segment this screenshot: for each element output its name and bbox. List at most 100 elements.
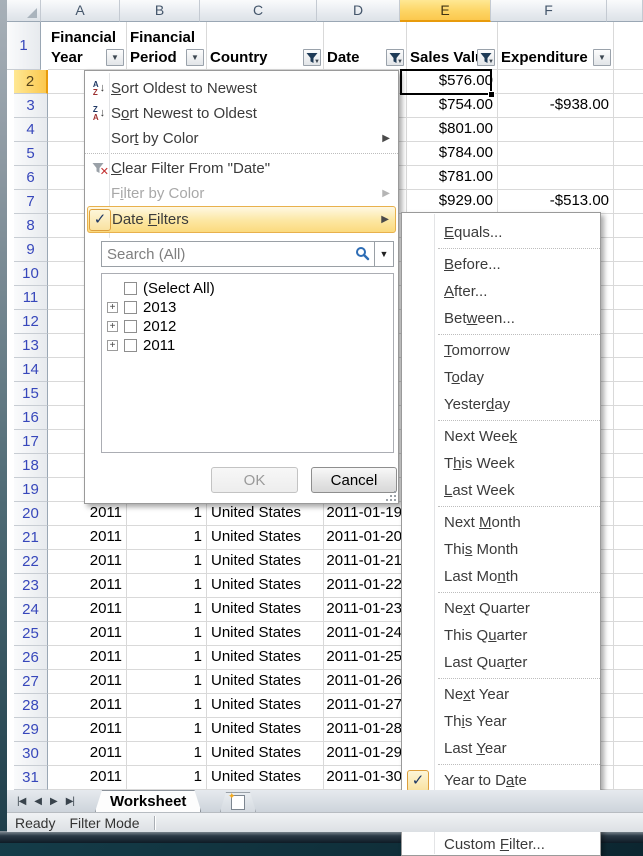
cell-D25[interactable]: 2011-01-24 <box>324 622 407 646</box>
menu-item-between[interactable]: Between... <box>402 305 600 332</box>
row-header-30[interactable]: 30 <box>14 742 48 766</box>
cell-B22[interactable]: 1 <box>127 550 207 574</box>
row-header-1[interactable]: 1 <box>7 22 41 70</box>
cell-D23[interactable]: 2011-01-22 <box>324 574 407 598</box>
cell-G4[interactable] <box>614 118 643 142</box>
cell-F5[interactable] <box>498 142 614 166</box>
header-cell-G[interactable] <box>614 22 643 70</box>
cell-G28[interactable] <box>614 694 643 718</box>
cell-C23[interactable]: United States <box>207 574 324 598</box>
cell-G30[interactable] <box>614 742 643 766</box>
header-cell-A[interactable]: Financial Year▼ <box>48 22 127 70</box>
cell-B20[interactable]: 1 <box>127 502 207 526</box>
menu-item-next-year[interactable]: Next Year <box>402 681 600 708</box>
row-header-23[interactable]: 23 <box>14 574 48 598</box>
cell-A29[interactable]: 2011 <box>48 718 127 742</box>
row-header-26[interactable]: 26 <box>14 646 48 670</box>
cell-D22[interactable]: 2011-01-21 <box>324 550 407 574</box>
tree-item-2013[interactable]: +2013 <box>102 298 393 317</box>
cell-C30[interactable]: United States <box>207 742 324 766</box>
cell-D21[interactable]: 2011-01-20 <box>324 526 407 550</box>
cell-C24[interactable]: United States <box>207 598 324 622</box>
menu-item-before[interactable]: Before... <box>402 251 600 278</box>
cell-B23[interactable]: 1 <box>127 574 207 598</box>
column-header-D[interactable]: D <box>317 0 400 22</box>
menu-item-last-month[interactable]: Last Month <box>402 563 600 590</box>
menu-item-last-quarter[interactable]: Last Quarter <box>402 649 600 676</box>
header-cell-B[interactable]: Financial Period▼ <box>127 22 207 70</box>
menu-item-this-year[interactable]: This Year <box>402 708 600 735</box>
cell-D24[interactable]: 2011-01-23 <box>324 598 407 622</box>
cell-G14[interactable] <box>614 358 643 382</box>
row-header-29[interactable]: 29 <box>14 718 48 742</box>
header-cell-E[interactable]: Sales Value▼ <box>407 22 498 70</box>
row-header-8[interactable]: 8 <box>14 214 48 238</box>
search-dropdown-button[interactable]: ▼ <box>374 241 394 267</box>
cell-A26[interactable]: 2011 <box>48 646 127 670</box>
row-header-3[interactable]: 3 <box>14 94 48 118</box>
cell-G26[interactable] <box>614 646 643 670</box>
menu-item-today[interactable]: Today <box>402 364 600 391</box>
cell-G31[interactable] <box>614 766 643 790</box>
cell-G2[interactable] <box>614 70 643 94</box>
cell-G25[interactable] <box>614 622 643 646</box>
row-header-17[interactable]: 17 <box>14 430 48 454</box>
cell-A20[interactable]: 2011 <box>48 502 127 526</box>
row-header-9[interactable]: 9 <box>14 238 48 262</box>
header-cell-F[interactable]: Expenditure▼ <box>498 22 614 70</box>
column-header-A[interactable]: A <box>41 0 120 22</box>
insert-worksheet-tab[interactable]: ✦ <box>220 792 256 812</box>
row-header-12[interactable]: 12 <box>14 310 48 334</box>
expand-plus-icon[interactable]: + <box>107 340 118 351</box>
header-cell-C[interactable]: Country▼ <box>207 22 324 70</box>
row-header-7[interactable]: 7 <box>14 190 48 214</box>
row-header-22[interactable]: 22 <box>14 550 48 574</box>
expand-plus-icon[interactable]: + <box>107 321 118 332</box>
menu-item-equals[interactable]: Equals... <box>402 219 600 246</box>
cell-B24[interactable]: 1 <box>127 598 207 622</box>
cell-C25[interactable]: United States <box>207 622 324 646</box>
first-sheet-icon[interactable]: |◀ <box>17 796 25 807</box>
cell-C26[interactable]: United States <box>207 646 324 670</box>
sheet-tab-worksheet[interactable]: Worksheet <box>95 790 201 812</box>
cell-G24[interactable] <box>614 598 643 622</box>
checkbox-2012[interactable] <box>124 320 137 333</box>
checkbox-select-all[interactable] <box>124 282 137 295</box>
row-header-24[interactable]: 24 <box>14 598 48 622</box>
cell-G11[interactable] <box>614 286 643 310</box>
menu-item-next-month[interactable]: Next Month <box>402 509 600 536</box>
menu-item-last-week[interactable]: Last Week <box>402 477 600 504</box>
cell-A22[interactable]: 2011 <box>48 550 127 574</box>
cell-D29[interactable]: 2011-01-28 <box>324 718 407 742</box>
search-input[interactable] <box>101 241 374 267</box>
cell-G18[interactable] <box>614 454 643 478</box>
row-header-18[interactable]: 18 <box>14 454 48 478</box>
row-header-19[interactable]: 19 <box>14 478 48 502</box>
cell-B21[interactable]: 1 <box>127 526 207 550</box>
row-header-27[interactable]: 27 <box>14 670 48 694</box>
row-header-21[interactable]: 21 <box>14 526 48 550</box>
cell-F4[interactable] <box>498 118 614 142</box>
cell-G6[interactable] <box>614 166 643 190</box>
menu-item-tomorrow[interactable]: Tomorrow <box>402 337 600 364</box>
cell-B30[interactable]: 1 <box>127 742 207 766</box>
column-header-C[interactable]: C <box>200 0 317 22</box>
checkbox-2011[interactable] <box>124 339 137 352</box>
expand-plus-icon[interactable]: + <box>107 302 118 313</box>
cell-D28[interactable]: 2011-01-27 <box>324 694 407 718</box>
cell-F3[interactable]: -$938.00 <box>498 94 614 118</box>
cell-C29[interactable]: United States <box>207 718 324 742</box>
cell-C27[interactable]: United States <box>207 670 324 694</box>
menu-item-sort-by-color[interactable]: Sort by Color▶ <box>87 126 396 151</box>
tree-item-2011[interactable]: +2011 <box>102 336 393 355</box>
cell-F2[interactable] <box>498 70 614 94</box>
cell-G16[interactable] <box>614 406 643 430</box>
fill-handle[interactable] <box>488 91 495 98</box>
row-header-11[interactable]: 11 <box>14 286 48 310</box>
cell-G10[interactable] <box>614 262 643 286</box>
menu-item-this-week[interactable]: This Week <box>402 450 600 477</box>
row-header-4[interactable]: 4 <box>14 118 48 142</box>
cell-E7[interactable]: $929.00 <box>407 190 498 214</box>
tree-item-select-all[interactable]: (Select All) <box>102 279 393 298</box>
menu-item-this-quarter[interactable]: This Quarter <box>402 622 600 649</box>
